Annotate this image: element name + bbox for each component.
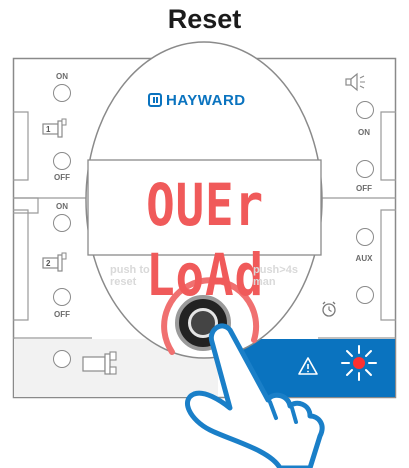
brand-name: HAYWARD — [166, 92, 246, 109]
lcd-display-text: OUEr LoAd — [146, 171, 264, 309]
pump2-number: 2 — [46, 259, 51, 268]
aux-label: AUX — [355, 254, 373, 263]
pump1-off-button[interactable] — [53, 152, 71, 170]
pump1-on-label: ON — [56, 72, 68, 81]
brand-logo-icon — [148, 93, 162, 107]
timer-button[interactable] — [356, 286, 374, 304]
hand-pointer-icon — [185, 323, 325, 468]
pump2-off-button[interactable] — [53, 288, 71, 306]
push-man-hint: push>4s man — [253, 264, 298, 288]
speaker-on-label: ON — [358, 128, 370, 137]
filter-pump-button[interactable] — [53, 350, 71, 368]
pump-icon — [82, 350, 122, 376]
pump1-number: 1 — [46, 125, 51, 134]
aux-button[interactable] — [356, 228, 374, 246]
speaker-off-label: OFF — [356, 184, 372, 193]
speaker-on-button[interactable] — [356, 101, 374, 119]
pump2-on-button[interactable] — [53, 214, 71, 232]
error-light-icon — [339, 343, 379, 383]
pump1-off-label: OFF — [54, 173, 70, 182]
speaker-icon — [344, 72, 368, 92]
pump2-off-label: OFF — [54, 310, 70, 319]
pump2-on-label: ON — [56, 202, 68, 211]
speaker-off-button[interactable] — [356, 160, 374, 178]
push-reset-hint: push to reset — [110, 264, 150, 288]
pump1-on-button[interactable] — [53, 84, 71, 102]
